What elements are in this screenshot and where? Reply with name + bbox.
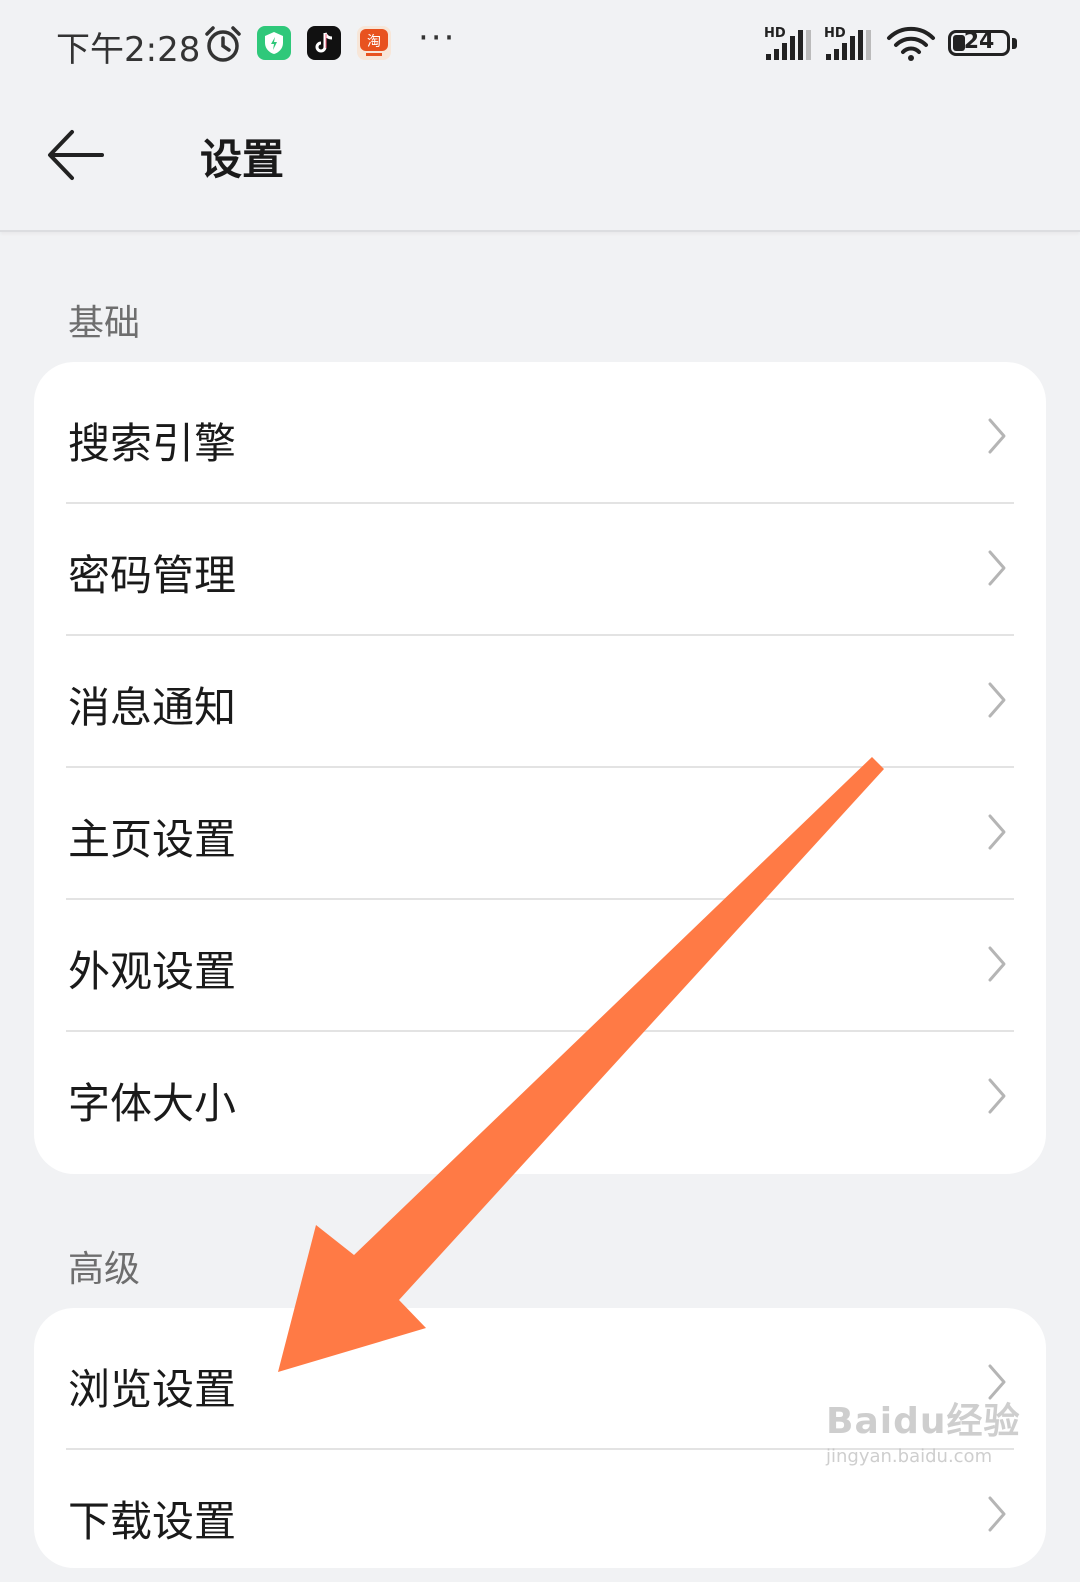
chevron-right-icon: [984, 680, 1010, 724]
settings-item-label: 下载设置: [68, 1497, 237, 1546]
settings-item-label: 消息通知: [68, 683, 237, 732]
section-label-advanced: 高级: [68, 1249, 141, 1290]
status-bar: 下午2:28 淘 ··· HD HD 24: [0, 0, 1080, 90]
security-app-icon: [257, 26, 291, 60]
settings-item-password[interactable]: 密码管理: [34, 504, 1046, 636]
chevron-right-icon: [984, 548, 1010, 592]
settings-item-font-size[interactable]: 字体大小: [34, 1032, 1046, 1164]
watermark-url: jingyan.baidu.com: [826, 1446, 993, 1467]
settings-item-label: 字体大小: [68, 1079, 237, 1128]
shopping-app-icon: 淘: [357, 26, 391, 60]
chevron-right-icon: [984, 416, 1010, 460]
chevron-right-icon: [984, 944, 1010, 988]
settings-item-label: 浏览设置: [68, 1365, 237, 1414]
page-title: 设置: [200, 135, 285, 184]
settings-item-appearance[interactable]: 外观设置: [34, 900, 1046, 1032]
battery-icon: 24: [948, 29, 1010, 56]
hd-signal-icon: HD: [824, 24, 876, 68]
wifi-icon: [886, 26, 936, 66]
settings-item-notifications[interactable]: 消息通知: [34, 636, 1046, 768]
svg-text:淘: 淘: [367, 34, 381, 50]
settings-item-search-engine[interactable]: 搜索引擎: [34, 372, 1046, 504]
status-time: 下午2:28: [56, 30, 201, 70]
settings-item-downloads[interactable]: 下载设置: [34, 1450, 1046, 1582]
header: 设置: [0, 90, 1080, 232]
tiktok-app-icon: [307, 26, 341, 60]
arrow-left-icon: [40, 130, 120, 194]
settings-item-label: 主页设置: [68, 815, 237, 864]
chevron-right-icon: [984, 1076, 1010, 1120]
svg-text:HD: HD: [824, 26, 846, 41]
battery-text: 24: [963, 29, 995, 54]
settings-item-homepage[interactable]: 主页设置: [34, 768, 1046, 900]
back-button[interactable]: [40, 120, 120, 190]
svg-text:HD: HD: [764, 26, 786, 41]
section-label-basic: 基础: [68, 303, 141, 344]
settings-item-label: 搜索引擎: [68, 419, 237, 468]
watermark: Baidu经验 jingyan.baidu.com: [826, 1392, 1020, 1467]
hd-signal-icon: HD: [764, 24, 816, 68]
settings-item-label: 外观设置: [68, 947, 237, 996]
battery-cap: [1012, 38, 1017, 49]
settings-card-basic: 搜索引擎 密码管理 消息通知 主页设置 外观设置 字体大小: [34, 362, 1046, 1174]
settings-item-label: 密码管理: [68, 551, 237, 600]
chevron-right-icon: [984, 812, 1010, 856]
watermark-logo-text: Baidu经验: [826, 1401, 1021, 1442]
alarm-icon: [203, 25, 243, 67]
more-dots-icon: ···: [418, 18, 457, 58]
chevron-right-icon: [984, 1494, 1010, 1538]
